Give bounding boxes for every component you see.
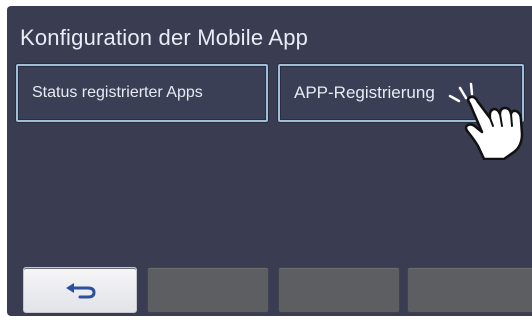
pointing-hand-icon (448, 82, 524, 160)
device-frame: Konfiguration der Mobile App Status regi… (0, 0, 532, 322)
page-title: Konfiguration der Mobile App (20, 25, 309, 50)
soft-key-3[interactable] (278, 267, 400, 313)
soft-key-bar (7, 261, 532, 316)
app-status-button[interactable]: Status registrierter Apps (16, 64, 268, 122)
app-registration-button-label: APP-Registrierung (294, 83, 435, 102)
soft-key-4[interactable] (407, 267, 532, 313)
back-button[interactable] (23, 267, 137, 313)
soft-key-2[interactable] (147, 267, 269, 313)
display-screen: Konfiguration der Mobile App Status regi… (7, 6, 532, 316)
return-arrow-icon (66, 283, 96, 299)
app-status-button-label: Status registrierter Apps (32, 84, 203, 101)
